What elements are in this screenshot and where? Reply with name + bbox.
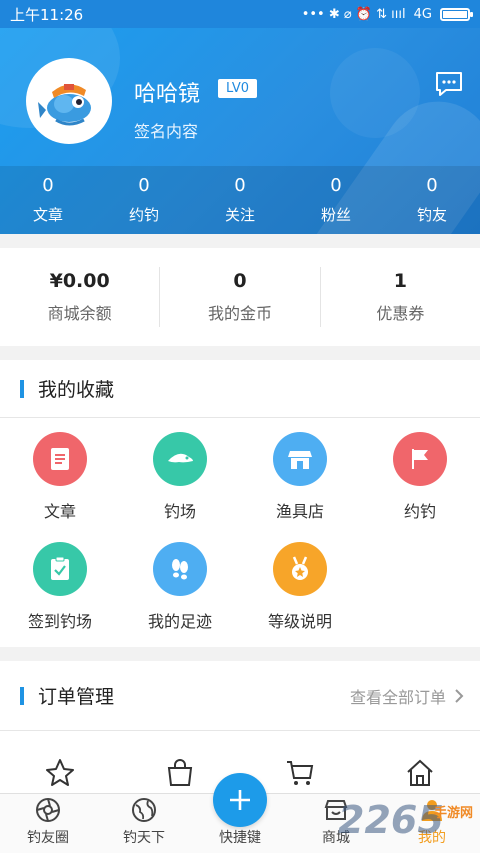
message-button[interactable]	[434, 70, 464, 98]
stat-label: 钓友	[416, 206, 447, 224]
stat-following[interactable]: 0 关注	[192, 166, 288, 234]
fav-item-label: 钓场	[163, 502, 196, 521]
stat-label: 关注	[224, 206, 255, 224]
section-accent-bar	[20, 379, 24, 398]
fav-item-label: 文章	[43, 502, 76, 521]
tab-label: 钓天下	[123, 830, 165, 846]
wallet-label: 优惠券	[376, 304, 425, 323]
tab-fishing-world[interactable]: 钓天下	[96, 794, 192, 853]
profile-header: 哈哈镜 LV0 签名内容 0 文章 0 约钓 0 关注 0 粉丝 0 钓友	[0, 28, 480, 234]
shop-icon	[273, 432, 327, 486]
tab-mall[interactable]: 商城	[288, 794, 384, 853]
stat-label: 约钓	[128, 206, 159, 224]
wallet-value: 1	[393, 270, 407, 292]
fav-item-label: 等级说明	[267, 612, 332, 631]
wallet-label: 我的金币	[207, 304, 272, 323]
fav-item-footprints[interactable]: 我的足迹	[120, 542, 240, 652]
fav-item-checkin-spot[interactable]: 签到钓场	[0, 542, 120, 652]
store-icon	[324, 800, 348, 820]
stat-value: 0	[330, 175, 342, 196]
stat-friends[interactable]: 0 钓友	[384, 166, 480, 234]
level-badge: LV0	[218, 79, 257, 98]
medal-icon	[273, 542, 327, 596]
flag-icon	[393, 432, 447, 486]
home-icon	[407, 759, 433, 786]
avatar[interactable]	[26, 58, 112, 144]
favorites-section: 我的收藏 文章 钓场 渔具店 约钓 签到钓场 我的足迹 等级说明	[0, 360, 480, 647]
profile-stats: 0 文章 0 约钓 0 关注 0 粉丝 0 钓友	[0, 166, 480, 234]
globe-icon	[132, 798, 156, 822]
stat-fishing-dates[interactable]: 0 约钓	[96, 166, 192, 234]
order-favorites-button[interactable]	[0, 757, 120, 789]
cart-icon	[287, 761, 314, 785]
orders-header: 订单管理 查看全部订单	[0, 661, 480, 731]
stat-value: 0	[42, 175, 54, 196]
tab-label: 商城	[322, 830, 350, 846]
section-accent-bar	[20, 686, 24, 705]
fav-item-tackle-shop[interactable]: 渔具店	[240, 432, 360, 542]
tab-label: 我的	[418, 830, 446, 846]
stat-label: 文章	[32, 206, 63, 224]
fav-item-fishing-spot[interactable]: 钓场	[120, 432, 240, 542]
favorites-grid: 文章 钓场 渔具店 约钓 签到钓场 我的足迹 等级说明	[0, 418, 480, 652]
wallet-value: ¥0.00	[49, 270, 110, 292]
stat-fans[interactable]: 0 粉丝	[288, 166, 384, 234]
signature[interactable]: 签名内容	[134, 118, 198, 142]
tab-mine[interactable]: 我的	[384, 794, 480, 853]
section-title: 我的收藏	[38, 379, 115, 401]
status-bar: 上午11:26 ••• ✱ ⌀ ⏰ ⇅ ıııl 4G	[0, 0, 480, 28]
wallet-section: ¥0.00 商城余额 0 我的金币 1 优惠券	[0, 248, 480, 346]
stat-value: 0	[426, 175, 438, 196]
wallet-value: 0	[233, 270, 247, 292]
stat-articles[interactable]: 0 文章	[0, 166, 96, 234]
stat-value: 0	[234, 175, 246, 196]
status-time: 上午11:26	[10, 5, 84, 24]
chevron-right-icon	[455, 688, 464, 703]
tab-label: 快捷键	[219, 830, 261, 846]
fish-mascot-icon	[38, 84, 91, 126]
fav-item-label: 渔具店	[275, 502, 324, 521]
tab-fishing-circle[interactable]: 钓友圈	[0, 794, 96, 853]
status-icons: ••• ✱ ⌀ ⏰ ⇅ ıııl 4G	[301, 6, 473, 22]
stat-value: 0	[138, 175, 150, 196]
section-title: 订单管理	[38, 686, 115, 708]
view-all-label: 查看全部订单	[349, 687, 446, 707]
mall-balance[interactable]: ¥0.00 商城余额	[0, 267, 159, 327]
network-label: 4G	[413, 6, 432, 22]
footprint-icon	[153, 542, 207, 596]
coupons[interactable]: 1 优惠券	[319, 267, 480, 327]
header-decoration	[330, 48, 420, 138]
tab-label: 钓友圈	[27, 830, 69, 846]
favorites-header: 我的收藏	[0, 360, 480, 418]
wallet-label: 商城余额	[47, 304, 112, 323]
fav-item-label: 约钓	[403, 502, 436, 521]
plus-icon	[230, 790, 250, 810]
fav-item-label: 签到钓场	[27, 612, 92, 631]
stat-label: 粉丝	[320, 206, 351, 224]
aperture-icon	[36, 798, 60, 822]
fav-item-articles[interactable]: 文章	[0, 432, 120, 542]
fav-item-fishing-date[interactable]: 约钓	[360, 432, 480, 542]
my-coins[interactable]: 0 我的金币	[159, 267, 319, 327]
order-home-button[interactable]	[360, 757, 480, 789]
star-icon	[46, 759, 74, 786]
view-all-orders-link[interactable]: 查看全部订单	[350, 684, 464, 708]
username[interactable]: 哈哈镜	[134, 76, 200, 108]
fav-item-label: 我的足迹	[147, 612, 212, 631]
chat-bubble-icon	[436, 72, 462, 96]
checkin-icon	[33, 542, 87, 596]
fish-icon	[153, 432, 207, 486]
battery-icon	[440, 7, 473, 21]
person-icon	[422, 800, 442, 821]
status-signal-icons: ••• ✱ ⌀ ⏰ ⇅ ıııl	[301, 6, 406, 22]
bag-icon	[167, 759, 193, 786]
fav-item-level-info[interactable]: 等级说明	[240, 542, 360, 652]
document-icon	[33, 432, 87, 486]
shortcut-plus-button[interactable]	[213, 773, 267, 827]
